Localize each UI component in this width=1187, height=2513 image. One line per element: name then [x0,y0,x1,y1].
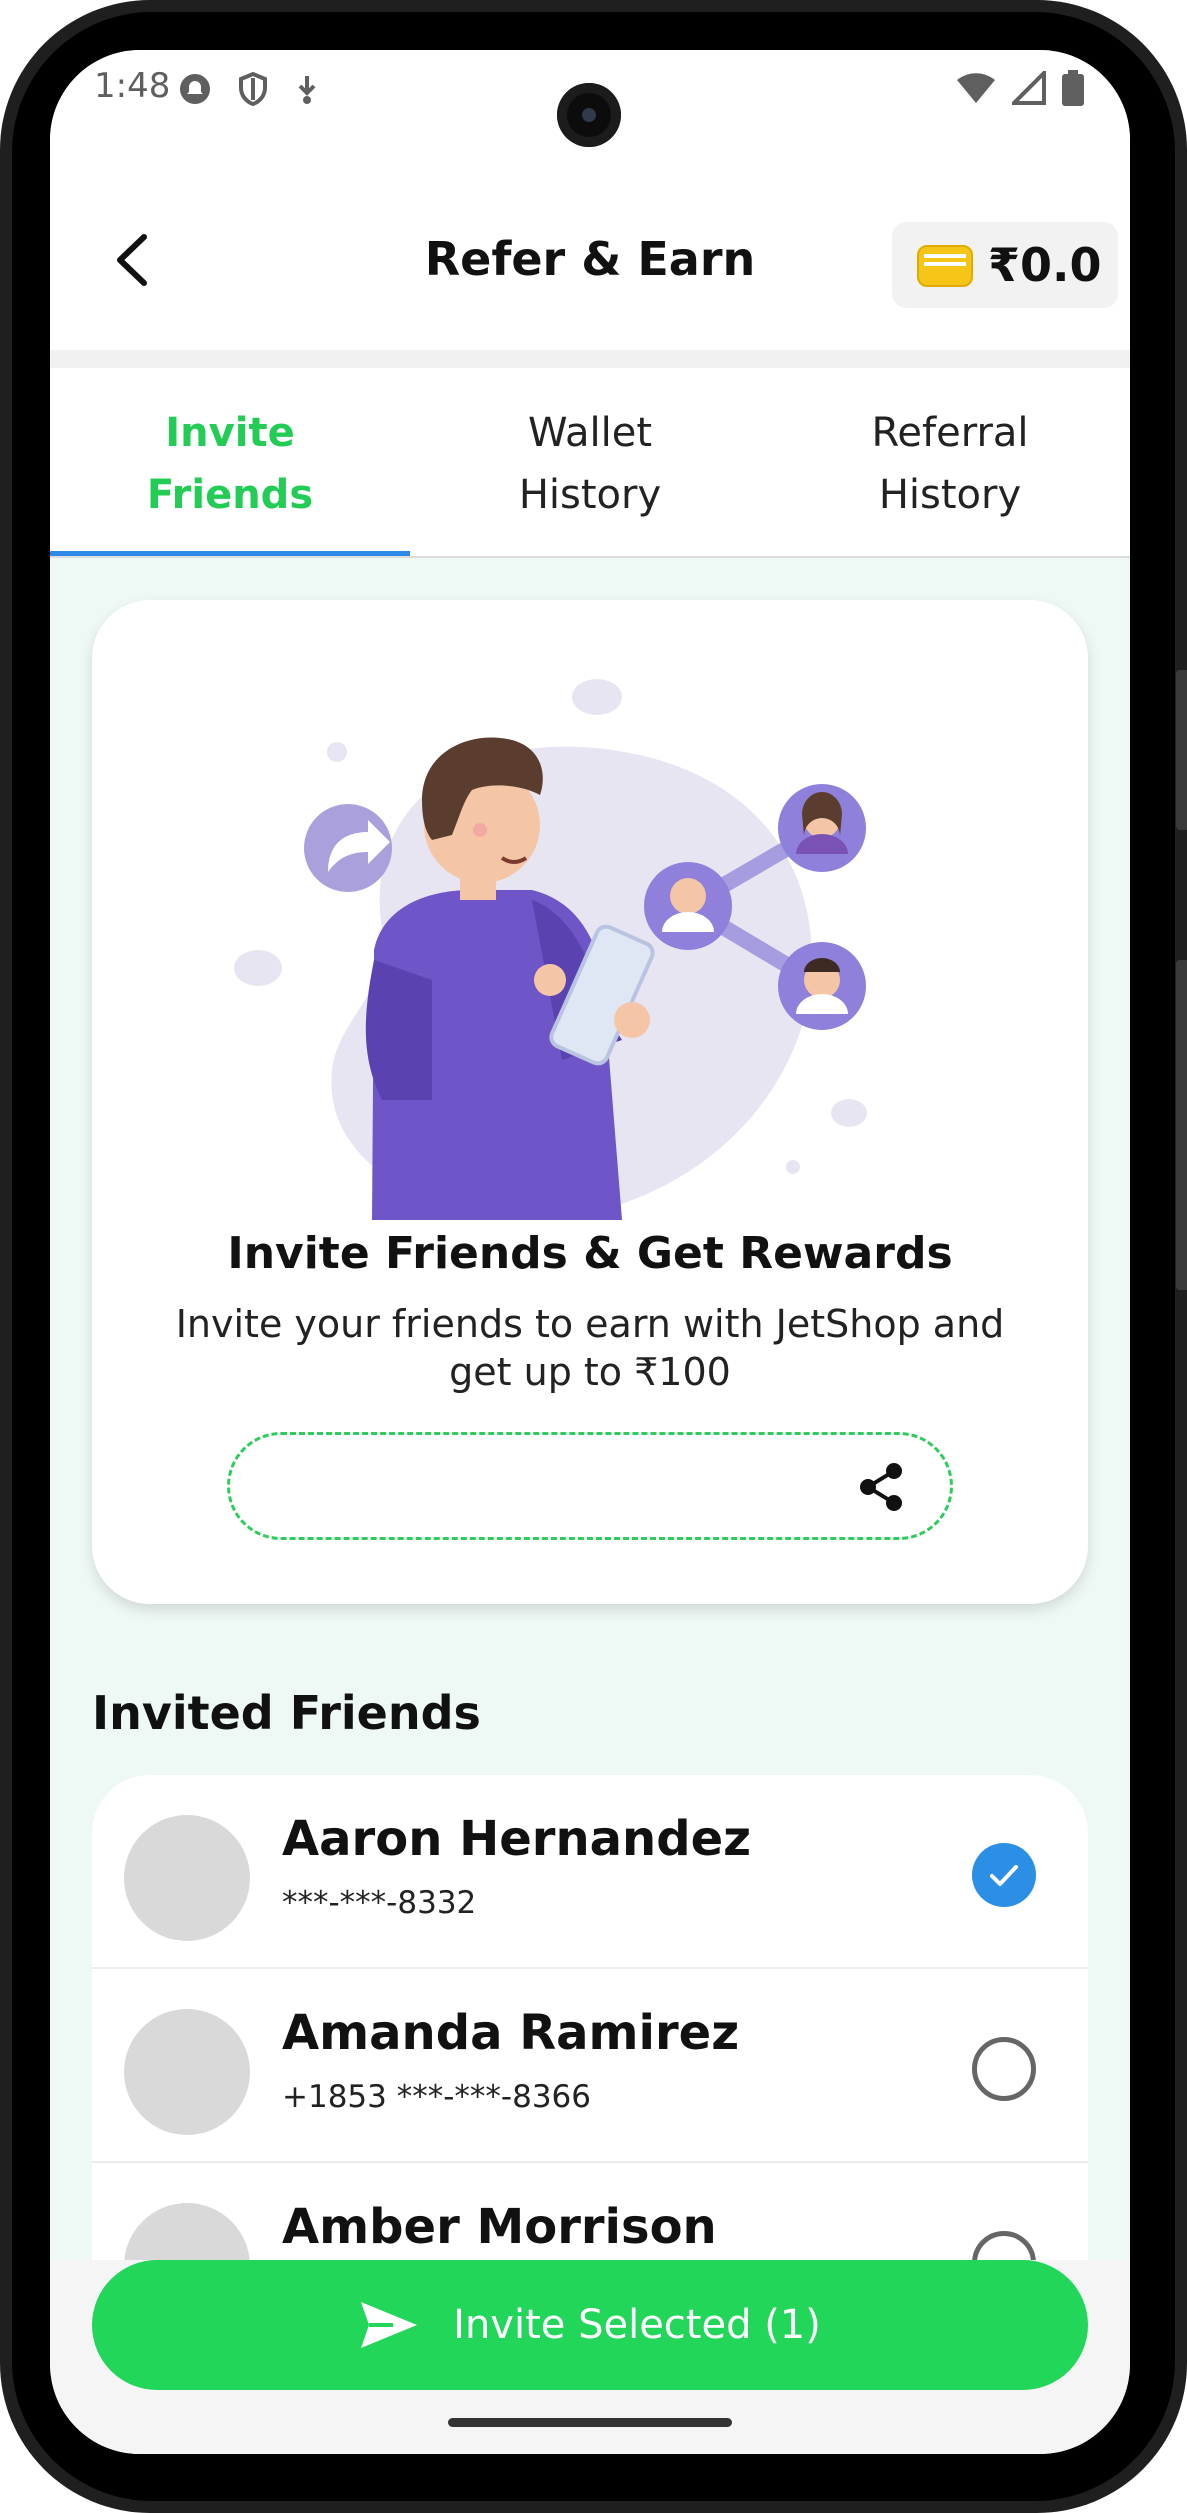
wallet-amount: ₹0.0 [988,238,1102,292]
status-time: 1:48 [94,66,171,106]
invite-card-title: Invite Friends & Get Rewards [227,1228,953,1279]
app-header: Refer & Earn ₹0.0 [50,170,1130,350]
friend-name: Amber Morrison [282,2199,717,2255]
tab-referral-history[interactable]: Referral History [770,368,1130,558]
wallet-icon [917,245,973,287]
battery-icon [1062,70,1084,106]
select-checkbox[interactable] [972,2037,1036,2101]
tab-label-line2: Friends [146,472,314,518]
tab-label-line1: Invite [165,410,295,456]
share-icon[interactable] [854,1459,910,1515]
friend-name: Amanda Ramirez [282,2005,740,2061]
device-frame: 1:48 Refer & Earn ₹0.0 Invite Friends Wa… [0,0,1187,2513]
tab-invite-friends[interactable]: Invite Friends [50,368,410,558]
download-icon [298,76,316,104]
invite-card-description: Invite your friends to earn with JetShop… [175,1302,1005,1394]
avatar [124,1815,250,1941]
tab-wallet-history[interactable]: Wallet History [410,368,770,558]
shield-icon [239,72,267,106]
friend-name: Aaron Hernandez [282,1811,752,1867]
front-camera [557,83,621,147]
invite-card: Invite Friends & Get Rewards Invite your… [92,600,1088,1604]
header-divider [50,350,1130,368]
tab-label-line2: History [878,472,1022,518]
select-checkbox[interactable] [972,1843,1036,1907]
notification-icon [180,74,210,104]
wallet-balance-button[interactable]: ₹0.0 [892,222,1118,308]
referral-illustration [234,679,867,1220]
friend-phone: +1853 ***-***-8366 [282,2079,591,2115]
volume-button [1176,670,1187,830]
wifi-icon [957,73,995,103]
list-item[interactable]: Aaron Hernandez ***-***-8332 [92,1775,1088,1969]
power-button [1176,960,1187,1290]
tabs-underline [50,556,1130,558]
check-icon [990,1865,1018,1886]
home-indicator[interactable] [448,2418,732,2427]
invite-selected-button[interactable]: Invite Selected (1) [92,2260,1088,2390]
referral-code-field[interactable] [227,1432,953,1540]
invite-selected-label: Invite Selected (1) [453,2302,821,2348]
tab-label-line1: Wallet [527,410,653,456]
invited-friends-heading: Invited Friends [92,1686,481,1740]
list-item[interactable]: Amanda Ramirez +1853 ***-***-8366 [92,1969,1088,2163]
tab-label-line1: Referral [871,410,1029,456]
avatar [124,2009,250,2135]
signal-icon [1012,71,1046,105]
app-screen: 1:48 Refer & Earn ₹0.0 Invite Friends Wa… [50,50,1130,2454]
friend-phone: ***-***-8332 [282,1885,477,1921]
tab-label-line2: History [518,472,662,518]
send-icon [361,2302,418,2348]
tab-bar: Invite Friends Wallet History Referral H… [50,368,1130,558]
